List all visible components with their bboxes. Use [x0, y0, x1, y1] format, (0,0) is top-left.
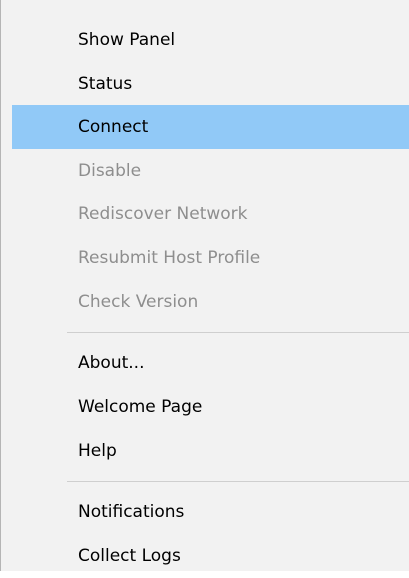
context-menu: Show Panel Status Connect Disable Redisc… [0, 0, 409, 571]
menu-item-show-panel[interactable]: Show Panel [12, 18, 409, 62]
menu-item-help[interactable]: Help [12, 429, 409, 473]
menu-item-disable: Disable [78, 161, 142, 181]
menu-item-notifications[interactable]: Notifications [12, 490, 409, 534]
menu-item-check-version: Check Version [78, 292, 199, 312]
menu-item-about[interactable]: About... [12, 341, 409, 385]
menu-item-rediscover-network: Rediscover Network [78, 204, 248, 224]
menu-separator [67, 332, 409, 333]
menu-item-connect[interactable]: Connect [12, 105, 409, 149]
menu-item-collect-logs[interactable]: Collect Logs [12, 534, 409, 578]
menu-separator [67, 481, 409, 482]
menu-item-welcome-page[interactable]: Welcome Page [12, 385, 409, 429]
menu-item-resubmit-host-profile: Resubmit Host Profile [78, 248, 261, 268]
menu-item-status[interactable]: Status [12, 62, 409, 106]
